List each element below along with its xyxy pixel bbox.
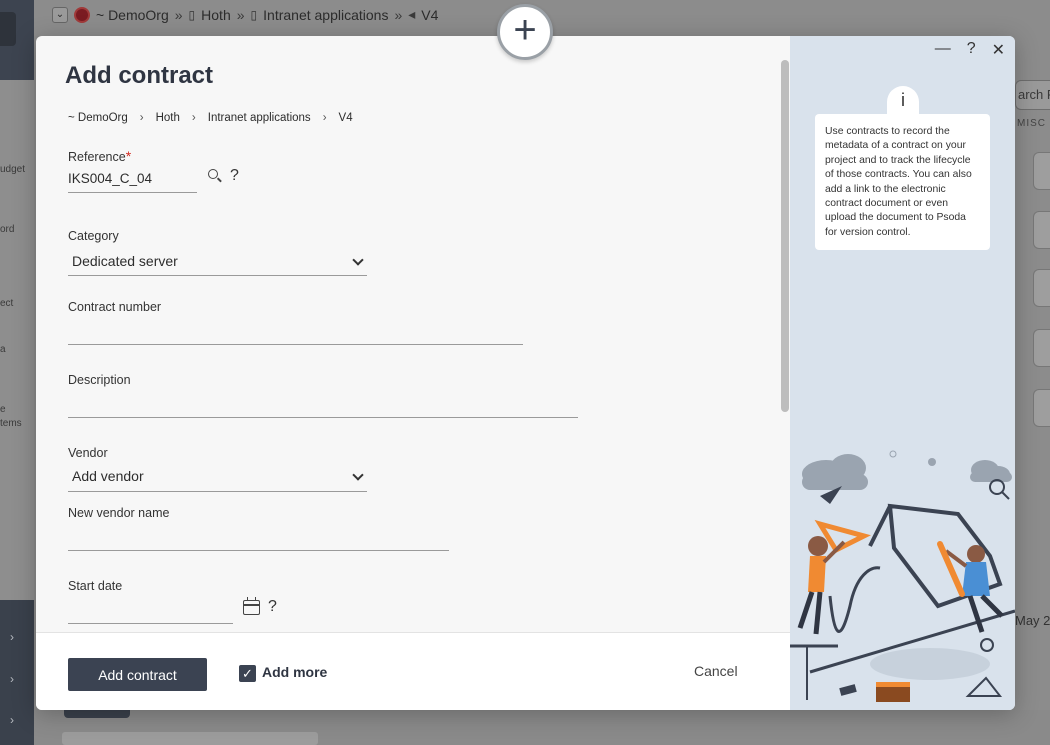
background-card	[1033, 211, 1050, 249]
background-card	[1033, 389, 1050, 427]
scrollbar-thumb[interactable]	[781, 60, 789, 412]
chevron-down-icon[interactable]	[352, 469, 364, 481]
cloud-left	[802, 454, 868, 490]
info-panel: — ? ✕ i Use contracts to record the meta…	[790, 36, 1015, 710]
add-fab-button[interactable]: +	[497, 4, 553, 60]
background-label: ect	[0, 298, 14, 309]
add-contract-dialog: Add contract ~ DemoOrg › Hoth › Intranet…	[36, 36, 1015, 710]
start-date-label: Start date	[68, 579, 123, 593]
background-date: May 20	[1015, 613, 1050, 628]
breadcrumb-item[interactable]: V4	[339, 112, 353, 124]
background-label: udget	[0, 164, 26, 175]
breadcrumb-item[interactable]: Intranet applications	[208, 112, 311, 124]
background-card	[1033, 152, 1050, 190]
background-sidebar: udget ord ect a e tems › › ›	[0, 0, 34, 745]
reference-underline	[68, 192, 197, 193]
background-misc-label: MISC	[1017, 118, 1046, 129]
contract-number-label: Contract number	[68, 300, 162, 314]
breadcrumb-item[interactable]: V4	[421, 7, 438, 23]
cloud-right	[970, 460, 1012, 482]
category-label: Category	[68, 229, 119, 243]
add-more-checkbox[interactable]: ✓	[239, 665, 256, 682]
chevron-right-icon[interactable]: ›	[10, 672, 14, 686]
dialog-breadcrumb: ~ DemoOrg › Hoth › Intranet applications…	[68, 112, 353, 124]
org-logo-icon	[74, 6, 90, 23]
start-date-underline	[68, 623, 233, 624]
reference-input[interactable]: IKS004_C_04	[68, 171, 152, 186]
chevron-right-icon: ›	[139, 112, 144, 124]
background-app-tile	[0, 12, 16, 46]
contract-number-underline	[68, 344, 523, 345]
add-contract-button[interactable]: Add contract	[68, 658, 207, 691]
vendor-select[interactable]: Add vendor	[72, 468, 144, 484]
chevron-right-icon[interactable]: ›	[10, 630, 14, 644]
cancel-button[interactable]: Cancel	[694, 663, 738, 679]
help-icon[interactable]: ?	[268, 598, 277, 616]
chevron-right-icon[interactable]: ›	[10, 713, 14, 727]
reference-label-text: Reference	[68, 150, 126, 164]
breadcrumb-item[interactable]: ~ DemoOrg	[96, 7, 169, 23]
book-icon: ▯	[188, 7, 196, 22]
category-underline	[68, 275, 367, 276]
vendor-underline	[68, 491, 367, 492]
background-breadcrumb: ⌄ ~ DemoOrg » ▯ Hoth » ▯ Intranet applic…	[52, 6, 438, 23]
background-bottom-nav: › › ›	[0, 600, 34, 745]
breadcrumb-item[interactable]: Intranet applications	[263, 7, 388, 23]
add-more-label[interactable]: Add more	[262, 664, 327, 680]
background-card	[1033, 329, 1050, 367]
background-card	[1033, 269, 1050, 307]
chevron-right-icon: ›	[322, 112, 327, 124]
chevron-down-icon[interactable]	[352, 254, 364, 266]
background-panel: udget ord ect a e tems	[0, 80, 34, 600]
background-label: ord	[0, 224, 15, 235]
calendar-icon[interactable]	[243, 597, 260, 615]
required-marker: *	[125, 148, 132, 164]
chevron-down-icon[interactable]: ⌄	[52, 6, 68, 23]
category-select[interactable]: Dedicated server	[72, 253, 178, 269]
new-vendor-name-label: New vendor name	[68, 506, 170, 520]
new-vendor-name-underline	[68, 550, 449, 551]
caret-left-icon: ◂	[408, 6, 416, 22]
double-chevron-icon: »	[236, 6, 245, 23]
description-underline	[68, 417, 578, 418]
vendor-label: Vendor	[68, 446, 108, 460]
background-button	[64, 710, 130, 718]
background-right-panel: arch F MISC May 20	[1015, 36, 1050, 745]
plus-icon: +	[513, 8, 537, 52]
search-icon[interactable]	[208, 169, 218, 179]
dialog-footer: Add contract ✓ Add more Cancel	[36, 632, 790, 710]
breadcrumb-item[interactable]: Hoth	[201, 7, 231, 23]
magnifier-shape	[989, 479, 1005, 495]
chevron-right-icon: ›	[191, 112, 196, 124]
background-label: e	[0, 404, 6, 415]
background-label: a	[0, 344, 6, 355]
breadcrumb-item[interactable]: Hoth	[156, 112, 180, 124]
breadcrumb-item[interactable]: ~ DemoOrg	[68, 112, 128, 124]
double-chevron-icon: »	[394, 6, 403, 23]
contract-illustration	[790, 450, 1015, 702]
background-label: tems	[0, 418, 22, 429]
dialog-title: Add contract	[65, 62, 214, 89]
background-bottom	[34, 710, 1050, 745]
description-label: Description	[68, 373, 131, 387]
dialog-form-area: Add contract ~ DemoOrg › Hoth › Intranet…	[36, 36, 790, 632]
help-icon[interactable]: ?	[230, 167, 239, 185]
background-bar	[62, 732, 318, 745]
background-search[interactable]: arch F	[1015, 80, 1050, 110]
reference-label: Reference*	[68, 148, 131, 164]
double-chevron-icon: »	[174, 6, 183, 23]
book-icon: ▯	[250, 7, 258, 22]
